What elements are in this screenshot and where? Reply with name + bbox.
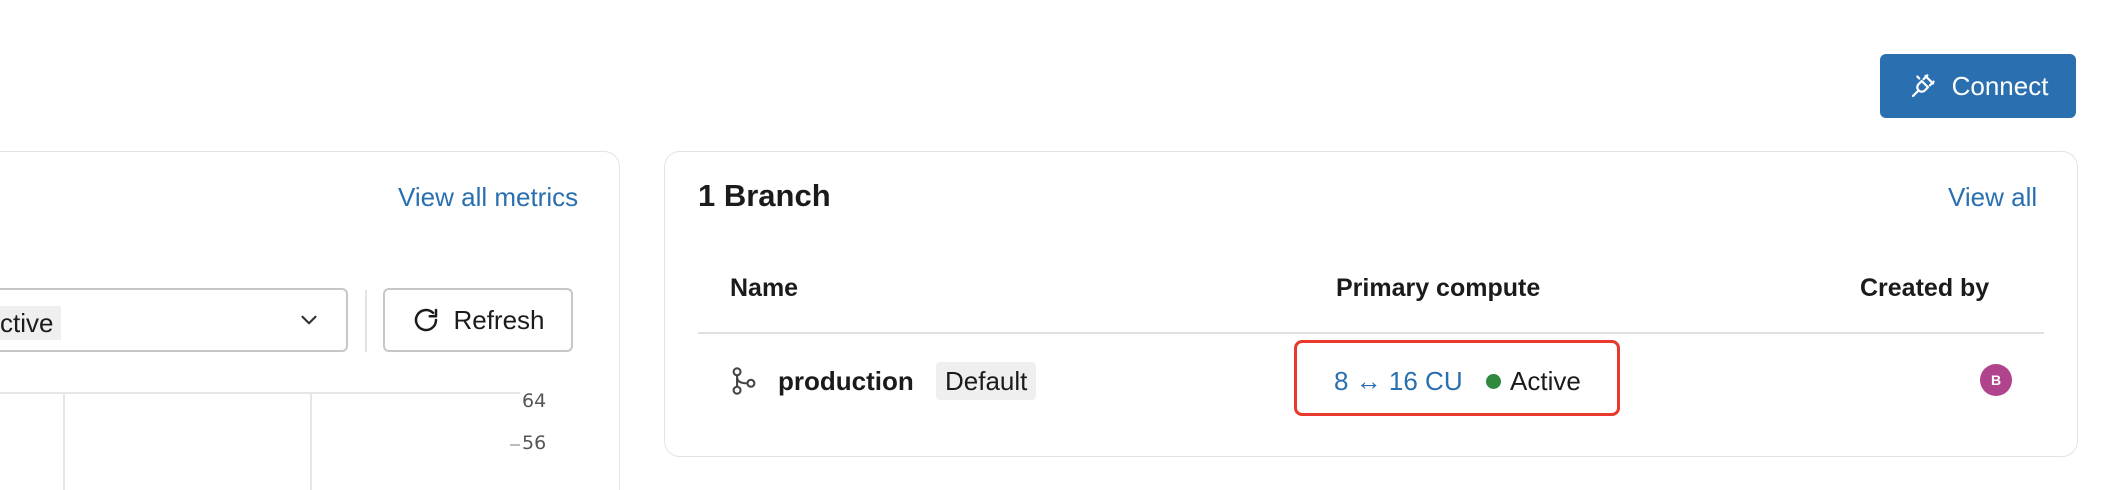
- view-all-metrics-link[interactable]: View all metrics: [398, 182, 578, 213]
- table-header-divider: [698, 332, 2044, 334]
- view-all-branches-link[interactable]: View all: [1948, 182, 2037, 213]
- page-root: Connect View all metrics ctive Refresh 6…: [0, 0, 2118, 490]
- y-tick-label: 56: [522, 432, 547, 454]
- toolbar-divider: [365, 290, 367, 352]
- chart-gridline: [0, 392, 520, 394]
- chart-gridline: [63, 393, 65, 490]
- branch-name-link[interactable]: production: [778, 366, 914, 397]
- avatar-initial: B: [1990, 372, 2002, 388]
- default-badge: Default: [936, 362, 1037, 400]
- column-header-primary-compute: Primary compute: [1336, 274, 1541, 302]
- refresh-button[interactable]: Refresh: [383, 288, 573, 352]
- refresh-label: Refresh: [453, 304, 545, 335]
- y-tick-label: 64: [522, 390, 547, 412]
- status-badge: Active: [1510, 366, 1581, 396]
- chart-gridline: [310, 393, 312, 490]
- metric-select-value: ctive: [0, 306, 62, 340]
- avatar[interactable]: B: [1980, 364, 2012, 396]
- connect-button[interactable]: Connect: [1880, 54, 2076, 118]
- refresh-icon: [415, 308, 438, 332]
- chevron-down-icon: [301, 315, 317, 325]
- connect-label: Connect: [1951, 70, 2049, 101]
- y-tick-mark: [510, 444, 520, 446]
- git-branch-icon: [732, 367, 756, 395]
- column-header-name: Name: [730, 274, 799, 302]
- column-header-created-by: Created by: [1860, 274, 1990, 302]
- branches-title: 1 Branch: [698, 178, 831, 213]
- primary-compute-link[interactable]: 8 ↔ 16 CU: [1334, 366, 1463, 397]
- plug-icon: [1911, 74, 1935, 98]
- status-active-dot: [1486, 374, 1501, 389]
